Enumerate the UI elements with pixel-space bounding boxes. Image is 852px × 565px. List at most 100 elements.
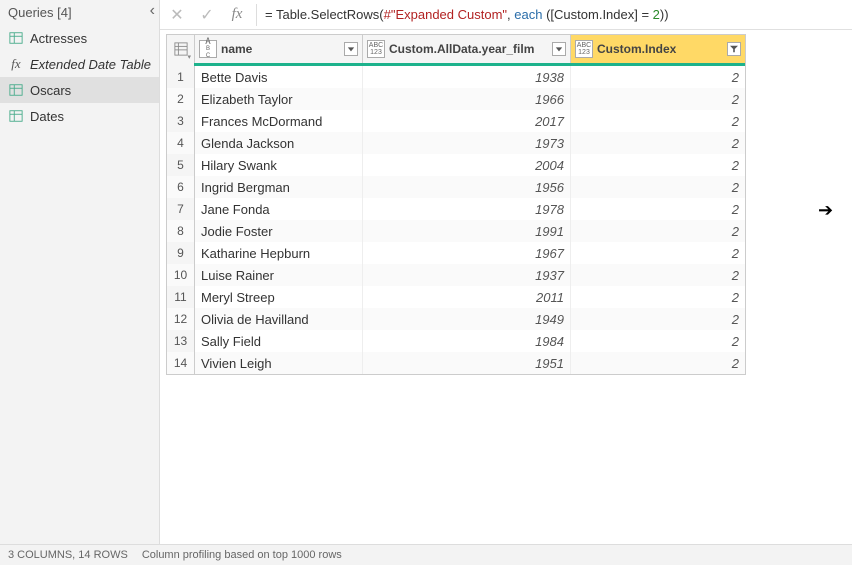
cell-year[interactable]: 2004	[363, 154, 571, 176]
column-header-idx[interactable]: ABC123 Custom.Index	[571, 35, 745, 63]
cell-name[interactable]: Elizabeth Taylor	[195, 88, 363, 110]
row-number[interactable]: 5	[167, 154, 195, 176]
cell-year[interactable]: 1973	[363, 132, 571, 154]
row-number[interactable]: 4	[167, 132, 195, 154]
table-icon	[8, 30, 24, 46]
query-label: Oscars	[30, 83, 71, 98]
query-item-actresses[interactable]: Actresses	[0, 25, 159, 51]
queries-title: Queries [4]	[8, 5, 72, 20]
cell-name[interactable]: Luise Rainer	[195, 264, 363, 286]
table-row[interactable]: 3Frances McDormand20172	[167, 110, 745, 132]
cell-name[interactable]: Hilary Swank	[195, 154, 363, 176]
table-row[interactable]: 14Vivien Leigh19512	[167, 352, 745, 374]
row-number[interactable]: 7	[167, 198, 195, 220]
cell-name[interactable]: Vivien Leigh	[195, 352, 363, 374]
column-header-year[interactable]: ABC123 Custom.AllData.year_film	[363, 35, 571, 63]
cell-year[interactable]: 1966	[363, 88, 571, 110]
column-header-name[interactable]: ABCname	[195, 35, 363, 63]
row-number[interactable]: 2	[167, 88, 195, 110]
dropdown-icon[interactable]	[552, 42, 566, 56]
cell-name[interactable]: Ingrid Bergman	[195, 176, 363, 198]
cell-index[interactable]: 2	[571, 242, 745, 264]
cell-year[interactable]: 1984	[363, 330, 571, 352]
table-row[interactable]: 10Luise Rainer19372	[167, 264, 745, 286]
cell-year[interactable]: 1978	[363, 198, 571, 220]
fx-icon[interactable]: fx	[226, 4, 248, 26]
accept-formula-icon[interactable]: ✓	[196, 4, 218, 26]
cell-name[interactable]: Frances McDormand	[195, 110, 363, 132]
query-item-extended-date-table[interactable]: fxExtended Date Table	[0, 51, 159, 77]
cell-year[interactable]: 1991	[363, 220, 571, 242]
queries-header: Queries [4] ‹	[0, 0, 159, 25]
cell-index[interactable]: 2	[571, 330, 745, 352]
cell-name[interactable]: Jane Fonda	[195, 198, 363, 220]
table-row[interactable]: 8Jodie Foster19912	[167, 220, 745, 242]
cell-index[interactable]: 2	[571, 220, 745, 242]
cell-year[interactable]: 1951	[363, 352, 571, 374]
status-bar: 3 COLUMNS, 14 ROWS Column profiling base…	[0, 544, 852, 565]
cancel-formula-icon[interactable]: ✕	[166, 4, 188, 26]
row-number[interactable]: 13	[167, 330, 195, 352]
row-number[interactable]: 10	[167, 264, 195, 286]
formula-text[interactable]: = Table.SelectRows(#"Expanded Custom", e…	[265, 7, 669, 23]
grid-corner-button[interactable]: ▾	[167, 35, 195, 63]
cell-year[interactable]: 1949	[363, 308, 571, 330]
column-label: Custom.Index	[597, 42, 676, 56]
table-row[interactable]: 6Ingrid Bergman19562	[167, 176, 745, 198]
table-row[interactable]: 7Jane Fonda19782	[167, 198, 745, 220]
column-label: Custom.AllData.year_film	[389, 42, 534, 56]
query-label: Dates	[30, 109, 64, 124]
status-profiling: Column profiling based on top 1000 rows	[142, 549, 342, 561]
table-icon	[8, 82, 24, 98]
cell-index[interactable]: 2	[571, 264, 745, 286]
row-number[interactable]: 14	[167, 352, 195, 374]
query-item-dates[interactable]: Dates	[0, 103, 159, 129]
row-number[interactable]: 12	[167, 308, 195, 330]
cell-index[interactable]: 2	[571, 308, 745, 330]
cell-name[interactable]: Meryl Streep	[195, 286, 363, 308]
cell-year[interactable]: 2017	[363, 110, 571, 132]
table-row[interactable]: 13Sally Field19842	[167, 330, 745, 352]
row-number[interactable]: 3	[167, 110, 195, 132]
table-row[interactable]: 12Olivia de Havilland19492	[167, 308, 745, 330]
cell-year[interactable]: 2011	[363, 286, 571, 308]
dropdown-icon[interactable]	[344, 42, 358, 56]
row-number[interactable]: 1	[167, 66, 195, 88]
table-row[interactable]: 4Glenda Jackson19732	[167, 132, 745, 154]
any-type-icon[interactable]: ABC123	[575, 40, 593, 58]
cell-name[interactable]: Glenda Jackson	[195, 132, 363, 154]
row-number[interactable]: 6	[167, 176, 195, 198]
query-item-oscars[interactable]: Oscars	[0, 77, 159, 103]
table-row[interactable]: 1Bette Davis19382	[167, 66, 745, 88]
cell-name[interactable]: Jodie Foster	[195, 220, 363, 242]
cell-name[interactable]: Bette Davis	[195, 66, 363, 88]
cell-index[interactable]: 2	[571, 88, 745, 110]
cell-index[interactable]: 2	[571, 66, 745, 88]
table-row[interactable]: 2Elizabeth Taylor19662	[167, 88, 745, 110]
table-row[interactable]: 5Hilary Swank20042	[167, 154, 745, 176]
cell-name[interactable]: Olivia de Havilland	[195, 308, 363, 330]
cell-year[interactable]: 1937	[363, 264, 571, 286]
any-type-icon[interactable]: ABC123	[367, 40, 385, 58]
cell-year[interactable]: 1967	[363, 242, 571, 264]
row-number[interactable]: 9	[167, 242, 195, 264]
cell-name[interactable]: Sally Field	[195, 330, 363, 352]
cell-index[interactable]: 2	[571, 154, 745, 176]
cell-name[interactable]: Katharine Hepburn	[195, 242, 363, 264]
table-row[interactable]: 9Katharine Hepburn19672	[167, 242, 745, 264]
formula-bar: ✕ ✓ fx = Table.SelectRows(#"Expanded Cus…	[160, 0, 852, 30]
cell-year[interactable]: 1938	[363, 66, 571, 88]
text-type-icon[interactable]: ABC	[199, 40, 217, 58]
filter-active-icon[interactable]	[727, 42, 741, 56]
cell-index[interactable]: 2	[571, 176, 745, 198]
cell-index[interactable]: 2	[571, 132, 745, 154]
cell-index[interactable]: 2	[571, 110, 745, 132]
collapse-sidebar-icon[interactable]: ‹	[150, 2, 155, 20]
row-number[interactable]: 8	[167, 220, 195, 242]
cell-index[interactable]: 2	[571, 352, 745, 374]
table-row[interactable]: 11Meryl Streep20112	[167, 286, 745, 308]
cell-index[interactable]: 2	[571, 286, 745, 308]
cell-index[interactable]: 2	[571, 198, 745, 220]
cell-year[interactable]: 1956	[363, 176, 571, 198]
row-number[interactable]: 11	[167, 286, 195, 308]
